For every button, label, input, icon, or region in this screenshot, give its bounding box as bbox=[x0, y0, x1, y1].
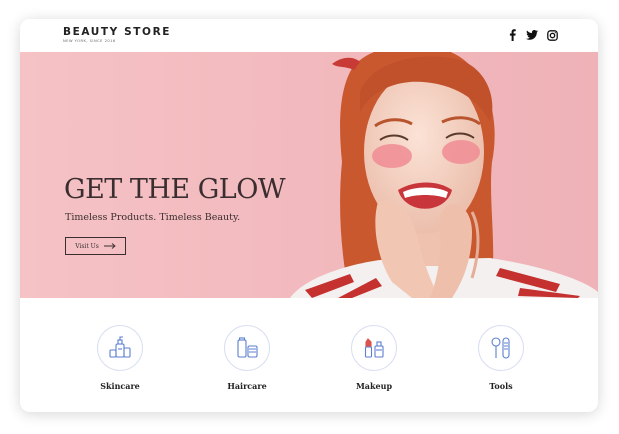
visit-us-label: Visit Us bbox=[75, 242, 99, 250]
social-links bbox=[506, 29, 558, 41]
instagram-icon[interactable] bbox=[546, 29, 558, 41]
hero-banner: GET THE GLOW Timeless Products. Timeless… bbox=[20, 52, 598, 298]
makeup-icon bbox=[351, 325, 397, 371]
brand-name: BEAUTY STORE bbox=[63, 26, 172, 38]
brand-tagline: NEW YORK, SINCE 2016 bbox=[63, 39, 116, 43]
category-haircare[interactable]: Haircare bbox=[217, 325, 277, 391]
haircare-icon bbox=[224, 325, 270, 371]
category-tools[interactable]: Tools bbox=[471, 325, 531, 391]
twitter-icon[interactable] bbox=[526, 29, 538, 41]
category-label: Skincare bbox=[100, 381, 140, 391]
brand-logo[interactable]: BEAUTY STORE NEW YORK, SINCE 2016 bbox=[63, 27, 171, 44]
facebook-icon[interactable] bbox=[506, 29, 518, 41]
category-label: Haircare bbox=[227, 381, 267, 391]
page-card: BEAUTY STORE NEW YORK, SINCE 2016 GET TH… bbox=[20, 19, 598, 412]
category-section: Skincare Haircare Makeup Tools bbox=[20, 298, 598, 412]
category-label: Makeup bbox=[355, 381, 393, 391]
hero-subtitle: Timeless Products. Timeless Beauty. bbox=[65, 212, 241, 223]
arrow-right-icon bbox=[103, 243, 116, 249]
hero-title: GET THE GLOW bbox=[64, 174, 286, 205]
category-makeup[interactable]: Makeup bbox=[344, 325, 404, 391]
site-header: BEAUTY STORE NEW YORK, SINCE 2016 bbox=[20, 19, 598, 52]
skincare-icon bbox=[97, 325, 143, 371]
category-label: Tools bbox=[489, 381, 513, 391]
visit-us-button[interactable]: Visit Us bbox=[65, 237, 126, 255]
category-skincare[interactable]: Skincare bbox=[90, 325, 150, 391]
tools-icon bbox=[478, 325, 524, 371]
